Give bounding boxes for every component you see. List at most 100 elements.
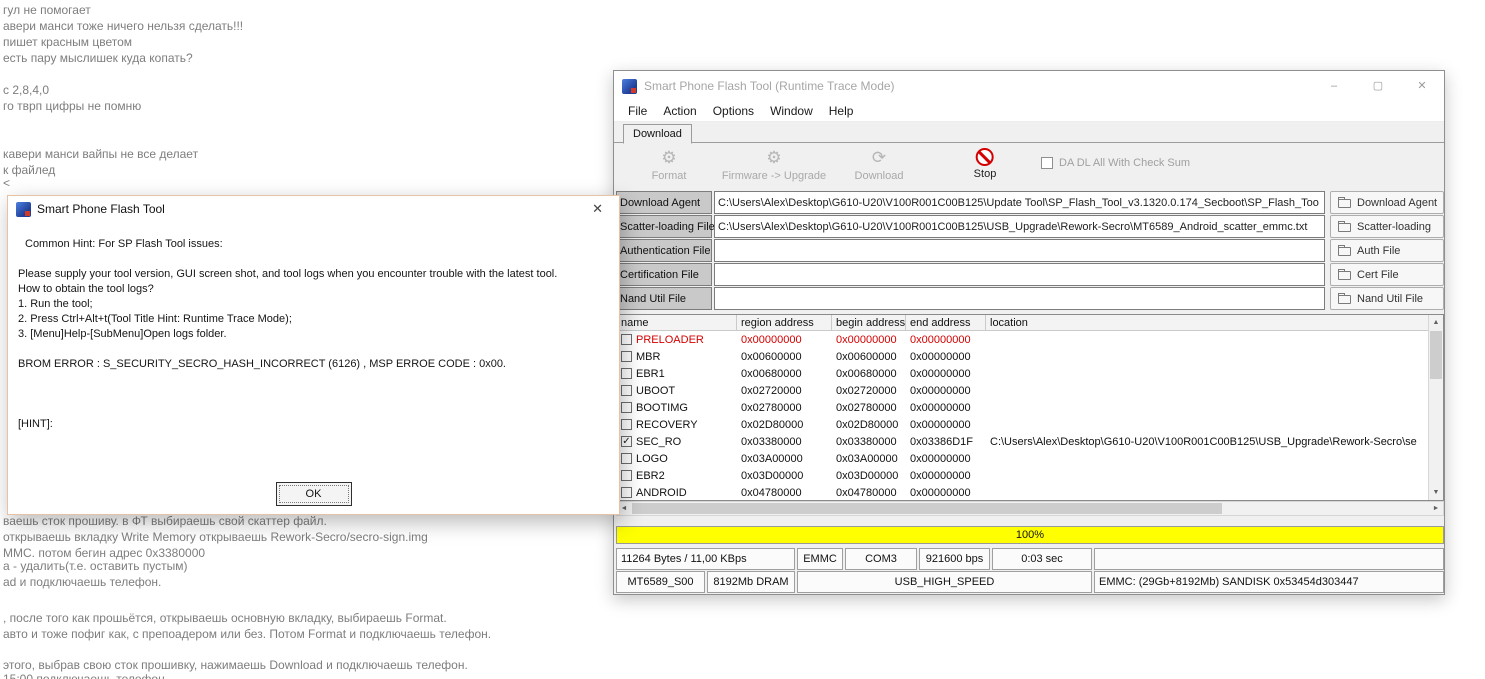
forum-text-line: открываешь вкладку Write Memory открывае… [3,530,428,544]
vertical-scrollbar-thumb[interactable] [1430,331,1442,379]
column-end-address[interactable]: end address [906,315,986,330]
row-checkbox[interactable] [621,385,632,396]
end-address: 0x00000000 [906,453,986,465]
dialog-titlebar[interactable]: Smart Phone Flash Tool ✕ [8,196,619,222]
scroll-right-icon[interactable]: ► [1429,502,1443,515]
table-row[interactable]: EBR1 0x00680000 0x00680000 0x00000000 [617,365,1443,382]
download-toolbar-button[interactable]: ⟳ Download [855,148,904,182]
scatter-file-button[interactable]: Scatter-loading [1330,215,1444,238]
row-checkbox[interactable] [621,487,632,498]
table-row[interactable]: PRELOADER 0x00000000 0x00000000 0x000000… [617,331,1443,348]
vertical-scrollbar[interactable]: ▲ ▼ [1428,315,1443,500]
menu-help[interactable]: Help [821,102,862,120]
emmc-info: EMMC: (29Gb+8192Mb) SANDISK 0x53454d3034… [1094,571,1444,593]
menu-action[interactable]: Action [655,102,704,120]
table-row[interactable]: EBR2 0x03D00000 0x03D00000 0x00000000 [617,467,1443,484]
hint-body-line: 3. [Menu]Help-[SubMenu]Open logs folder. [18,328,227,340]
forum-text-line: к файлед [3,163,55,177]
row-checkbox[interactable]: ✓ [621,436,632,447]
horizontal-scrollbar[interactable]: ◄ ► [616,501,1444,516]
minimize-icon[interactable]: – [1312,71,1356,101]
table-row[interactable]: ✓SEC_RO 0x03380000 0x03380000 0x03386D1F… [617,433,1443,450]
table-row[interactable]: BOOTIMG 0x02780000 0x02780000 0x00000000 [617,399,1443,416]
row-checkbox[interactable] [621,334,632,345]
ok-button[interactable]: OK [276,482,352,506]
close-icon[interactable]: ✕ [1400,71,1444,101]
row-checkbox[interactable] [621,453,632,464]
tab-download[interactable]: Download [623,124,692,144]
stop-label: Stop [974,168,997,180]
dialog-close-icon[interactable]: ✕ [584,200,611,218]
menubar: File Action Options Window Help [614,101,1444,122]
cert-file-label: Certification File [616,263,712,286]
checkbox-icon [1041,157,1053,169]
partition-name: LOGO [636,453,668,465]
progress-percent: 100% [1016,529,1044,541]
hint-dialog: Smart Phone Flash Tool ✕ Common Hint: Fo… [7,195,620,515]
table-row[interactable]: RECOVERY 0x02D80000 0x02D80000 0x0000000… [617,416,1443,433]
forum-text-line: есть пару мыслишек куда копать? [3,51,193,65]
table-row[interactable]: LOGO 0x03A00000 0x03A00000 0x00000000 [617,450,1443,467]
partition-name: EBR2 [636,470,665,482]
nand-util-button[interactable]: Nand Util File [1330,287,1444,310]
download-agent-input[interactable] [714,191,1325,214]
row-checkbox[interactable] [621,351,632,362]
region-address: 0x00680000 [737,368,832,380]
partition-name: UBOOT [636,385,675,397]
table-row[interactable]: MBR 0x00600000 0x00600000 0x00000000 [617,348,1443,365]
maximize-icon[interactable]: ▢ [1356,71,1400,101]
stop-icon [976,148,994,166]
scroll-up-icon[interactable]: ▲ [1429,315,1443,330]
row-checkbox[interactable] [621,470,632,481]
row-checkbox[interactable] [621,368,632,379]
menu-file[interactable]: File [620,102,655,120]
column-name[interactable]: name [617,315,737,330]
column-location[interactable]: location [986,315,1443,330]
window-controls: – ▢ ✕ [1312,71,1444,101]
da-checksum-checkbox[interactable]: DA DL All With Check Sum [1041,157,1190,169]
field-row: Scatter-loading File Scatter-loading [616,215,1444,238]
auth-file-button[interactable]: Auth File [1330,239,1444,262]
table-row[interactable]: UBOOT 0x02720000 0x02720000 0x00000000 [617,382,1443,399]
format-icon: ⚙ [661,148,676,168]
download-agent-button[interactable]: Download Agent [1330,191,1444,214]
table-body: PRELOADER 0x00000000 0x00000000 0x000000… [617,331,1443,501]
column-region-address[interactable]: region address [737,315,832,330]
row-checkbox[interactable] [621,419,632,430]
auth-file-input[interactable] [714,239,1325,262]
row-checkbox[interactable] [621,402,632,413]
column-begin-address[interactable]: begin address [832,315,906,330]
forum-text-line: ad и подключаешь телефон. [3,575,161,589]
hint-body-line: 2. Press Ctrl+Alt+t(Tool Title Hint: Run… [18,313,292,325]
flash-tool-window: Smart Phone Flash Tool (Runtime Trace Mo… [613,70,1445,595]
nand-util-input[interactable] [714,287,1325,310]
dram-info: 8192Mb DRAM [707,571,795,593]
hint-label: [HINT]: [18,418,53,430]
scatter-file-input[interactable] [714,215,1325,238]
partition-name: SEC_RO [636,436,681,448]
partition-name: ANDROID [636,487,687,499]
forum-text-line: < [3,176,10,190]
cert-file-input[interactable] [714,263,1325,286]
cert-file-button-label: Cert File [1357,269,1399,281]
stop-button[interactable]: Stop [974,148,997,180]
menu-window[interactable]: Window [762,102,821,120]
menu-options[interactable]: Options [705,102,762,120]
horizontal-scrollbar-thumb[interactable] [632,503,1222,514]
region-address: 0x02D80000 [737,419,832,431]
cert-file-button[interactable]: Cert File [1330,263,1444,286]
begin-address: 0x02780000 [832,402,906,414]
forum-text-line: этого, выбрав свою сток прошивку, нажима… [3,658,468,672]
partition-name: EBR1 [636,368,665,380]
scatter-file-label: Scatter-loading File [616,215,712,238]
end-address: 0x00000000 [906,470,986,482]
forum-text-line: , после того как прошьётся, открываешь о… [3,611,447,625]
format-button[interactable]: ⚙ Format [652,148,687,182]
scroll-down-icon[interactable]: ▼ [1429,485,1443,500]
region-address: 0x04780000 [737,487,832,499]
forum-text-line: гул не помогает [3,3,91,17]
download-icon: ⟳ [872,148,886,168]
firmware-upgrade-button[interactable]: ⚙ Firmware -> Upgrade [722,148,826,182]
main-titlebar[interactable]: Smart Phone Flash Tool (Runtime Trace Mo… [614,71,1444,101]
table-row[interactable]: ANDROID 0x04780000 0x04780000 0x00000000 [617,484,1443,501]
